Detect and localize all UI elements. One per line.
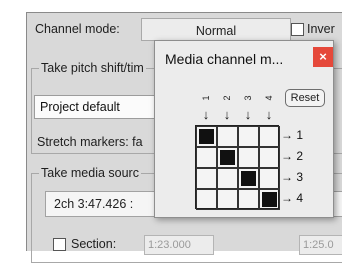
- matrix-cell[interactable]: [196, 126, 217, 147]
- media-channel-map-popup: Media channel m... × Reset 1 2 3 4 ↓ ↓ ↓…: [154, 40, 334, 218]
- popup-title: Media channel m...: [165, 51, 284, 67]
- pitch-group-label: Take pitch shift/tim: [39, 61, 146, 75]
- matrix-cell[interactable]: [217, 189, 238, 210]
- output-row-label: → 3: [281, 170, 304, 184]
- output-row-label: → 4: [281, 191, 304, 205]
- matrix-cell[interactable]: [259, 168, 280, 189]
- arrow-down-icon: ↓: [202, 107, 210, 122]
- matrix-cell[interactable]: [238, 126, 259, 147]
- column-label: 4: [264, 95, 274, 101]
- matrix-cell[interactable]: [217, 147, 238, 168]
- arrow-right-icon: →: [281, 170, 293, 184]
- stretch-markers-label: Stretch markers: fa: [37, 135, 143, 149]
- close-button[interactable]: ×: [313, 47, 333, 67]
- channel-mode-label: Channel mode:: [35, 22, 120, 36]
- column-label: 1: [201, 95, 211, 101]
- arrow-right-icon: →: [281, 128, 293, 142]
- section-label: Section:: [71, 237, 117, 251]
- column-label: 3: [243, 95, 253, 101]
- arrow-down-icon: ↓: [223, 107, 231, 122]
- matrix-cell[interactable]: [217, 168, 238, 189]
- section-checkbox[interactable]: [53, 238, 66, 251]
- matrix-cell[interactable]: [259, 189, 280, 210]
- arrow-right-icon: →: [281, 149, 293, 163]
- output-row-label: → 1: [281, 128, 304, 142]
- matrix-cell[interactable]: [196, 168, 217, 189]
- matrix-cell[interactable]: [259, 126, 280, 147]
- arrow-down-icon: ↓: [265, 107, 273, 122]
- source-group-label: Take media sourc: [39, 166, 141, 180]
- invert-label: Inver: [307, 22, 335, 36]
- channel-mode-dropdown[interactable]: Normal: [141, 18, 291, 41]
- invert-checkbox[interactable]: [291, 23, 304, 36]
- arrow-down-icon: ↓: [244, 107, 252, 122]
- section-end-field[interactable]: 1:25.0: [299, 235, 342, 255]
- arrow-right-icon: →: [281, 191, 293, 205]
- matrix-cell[interactable]: [238, 147, 259, 168]
- matrix-cell-active: [220, 150, 235, 165]
- matrix-cell-active: [199, 129, 214, 144]
- matrix-cell-active: [262, 192, 277, 207]
- reset-button[interactable]: Reset: [285, 89, 325, 107]
- matrix-cell[interactable]: [238, 189, 259, 210]
- matrix-cell-active: [241, 171, 256, 186]
- section-start-field[interactable]: 1:23.000: [144, 235, 214, 255]
- matrix-cell[interactable]: [196, 189, 217, 210]
- matrix-cell[interactable]: [196, 147, 217, 168]
- channel-matrix: [195, 125, 280, 210]
- matrix-cell[interactable]: [259, 147, 280, 168]
- output-row-label: → 2: [281, 149, 304, 163]
- column-label: 2: [222, 95, 232, 101]
- matrix-cell[interactable]: [217, 126, 238, 147]
- matrix-cell[interactable]: [238, 168, 259, 189]
